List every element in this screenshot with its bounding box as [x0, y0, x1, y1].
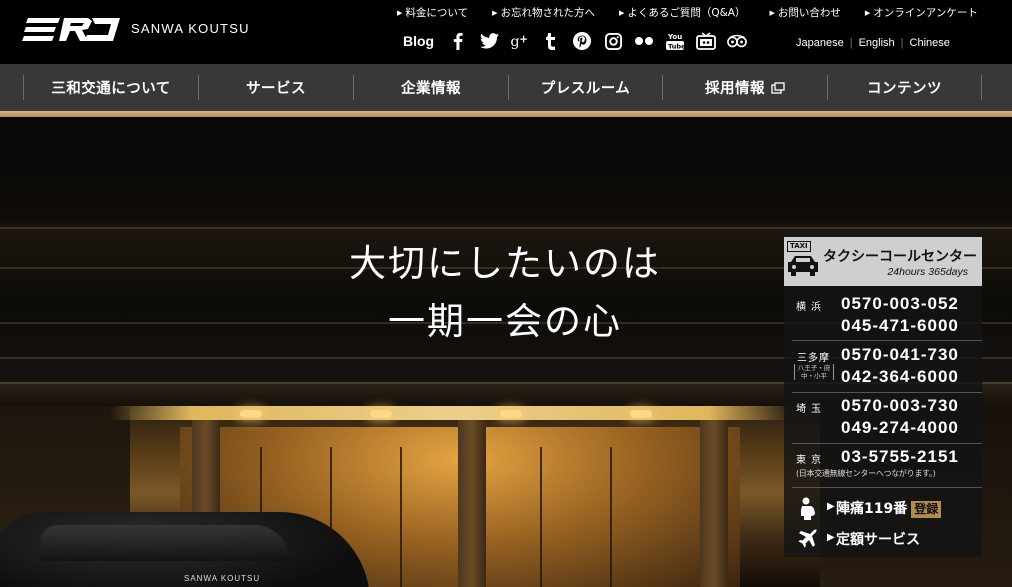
- brand-name: SANWA KOUTSU: [131, 21, 250, 36]
- service-label: 陣痛119番: [836, 501, 908, 517]
- social-links: Blog g + You Tube: [403, 30, 758, 52]
- phone-number[interactable]: 03-5755-2151: [841, 447, 959, 467]
- svg-text:g: g: [511, 34, 520, 49]
- phone-number[interactable]: 0570-003-052: [841, 294, 959, 314]
- nav-about[interactable]: 三和交通について: [23, 75, 198, 100]
- divider: [792, 340, 982, 341]
- taxi-car-icon: [788, 256, 818, 276]
- lang-english[interactable]: English: [853, 37, 901, 49]
- twitter-icon[interactable]: [479, 31, 499, 51]
- door-frame: [540, 447, 542, 587]
- arrow-right-icon: ▶: [492, 9, 498, 17]
- link-lost-items[interactable]: ▶ お忘れ物された方へ: [492, 5, 595, 21]
- chevron-right-icon: ▶: [827, 532, 835, 543]
- google-plus-icon[interactable]: g +: [510, 31, 530, 51]
- door-frame: [400, 447, 402, 587]
- svg-text:Tube: Tube: [668, 43, 684, 51]
- door-frame: [610, 447, 612, 587]
- tripadvisor-icon[interactable]: [727, 31, 748, 51]
- region-name: 横浜: [796, 302, 826, 313]
- car-badge: SANWA KOUTSU: [184, 574, 261, 583]
- phone-number[interactable]: 0570-003-730: [841, 396, 959, 416]
- blog-link[interactable]: Blog: [403, 33, 434, 49]
- taxi-sign: TAXI: [787, 241, 811, 252]
- instagram-icon[interactable]: [603, 31, 623, 51]
- pillar: [700, 420, 728, 587]
- phone-number[interactable]: 049-274-4000: [841, 418, 959, 438]
- panel-subtitle: 24hours 365days: [887, 266, 968, 278]
- pillar: [458, 420, 486, 587]
- lamp: [630, 410, 652, 418]
- lamp: [370, 410, 392, 418]
- region-name: 埼玉: [796, 404, 826, 415]
- language-switcher: Japanese | English | Chinese: [790, 37, 956, 49]
- utility-links: ▶ 料金について ▶ お忘れ物された方へ ▶ よくあるご質問（Q&A） ▶ お問い合わせ…: [397, 5, 978, 21]
- facebook-icon[interactable]: [448, 31, 468, 51]
- divider: [792, 487, 982, 488]
- svg-text:+: +: [519, 34, 528, 46]
- arrow-right-icon: ▶: [618, 9, 625, 17]
- register-badge[interactable]: 登録: [911, 501, 942, 518]
- service-fixed-fare[interactable]: ▶ 定額サービス: [784, 526, 982, 554]
- divider: [792, 392, 982, 393]
- region-name: 三多摩: [797, 353, 830, 364]
- lamp: [240, 410, 262, 418]
- lang-japanese[interactable]: Japanese: [790, 37, 850, 49]
- ceiling-line: [0, 227, 1012, 229]
- airplane-icon: [798, 529, 817, 548]
- flickr-icon[interactable]: [634, 31, 654, 51]
- nav-corporate[interactable]: 企業情報: [353, 75, 508, 100]
- divider: [792, 443, 982, 444]
- link-contact[interactable]: ▶ お問い合わせ: [770, 5, 841, 21]
- lang-chinese[interactable]: Chinese: [904, 37, 956, 49]
- youtube-icon[interactable]: You Tube: [665, 31, 685, 51]
- nav-services[interactable]: サービス: [198, 75, 353, 100]
- tumblr-icon[interactable]: [541, 31, 561, 51]
- service-labor-pain-119[interactable]: ▶ 陣痛119番 登録: [784, 495, 982, 523]
- hero-tagline: 大切にしたいのは 一期一会の心: [290, 235, 720, 351]
- taxi-call-center-panel: TAXI タクシーコールセンター 24hours 365days 横浜 0570…: [784, 237, 982, 557]
- arrow-right-icon: ▶: [864, 9, 871, 17]
- region-note: (日本交通無線センターへつながります。): [796, 469, 936, 478]
- service-label: 定額サービス: [836, 532, 920, 548]
- tv-icon[interactable]: [696, 31, 717, 51]
- region-subarea: 八王子・府中・小平: [794, 364, 834, 380]
- sanwa-logo[interactable]: [22, 15, 122, 45]
- site-header: SANWA KOUTSU ▶ 料金について ▶ お忘れ物された方へ ▶ よくあるご質問…: [0, 0, 1012, 64]
- svg-text:You: You: [667, 33, 682, 41]
- panel-header: TAXI タクシーコールセンター 24hours 365days: [784, 237, 982, 286]
- nav-recruit[interactable]: 採用情報: [662, 75, 827, 100]
- tagline-line-2: 一期一会の心: [388, 300, 622, 343]
- lamp: [500, 410, 522, 418]
- arrow-right-icon: ▶: [397, 9, 403, 17]
- global-nav: 三和交通について サービス 企業情報 プレスルーム 採用情報 コンテンツ: [0, 64, 1012, 111]
- tagline-line-1: 大切にしたいのは: [349, 242, 661, 285]
- arrow-right-icon: ▶: [769, 9, 775, 17]
- region-name: 東京: [796, 455, 826, 466]
- car-window: [40, 525, 290, 561]
- pinterest-icon[interactable]: [572, 31, 592, 51]
- external-window-icon: [771, 81, 785, 94]
- link-faq[interactable]: ▶ よくあるご質問（Q&A）: [619, 5, 746, 21]
- link-fares[interactable]: ▶ 料金について: [397, 5, 468, 21]
- panel-title: タクシーコールセンター: [823, 249, 977, 265]
- nav-contents[interactable]: コンテンツ: [827, 75, 982, 100]
- canopy-light: [110, 406, 790, 420]
- phone-number[interactable]: 045-471-6000: [841, 316, 959, 336]
- phone-number[interactable]: 0570-041-730: [841, 345, 959, 365]
- link-survey[interactable]: ▶ オンラインアンケート: [865, 5, 978, 21]
- phone-number[interactable]: 042-364-6000: [841, 367, 959, 387]
- pregnant-woman-icon: [801, 497, 815, 520]
- chevron-right-icon: ▶: [827, 501, 835, 512]
- nav-pressroom[interactable]: プレスルーム: [508, 75, 662, 100]
